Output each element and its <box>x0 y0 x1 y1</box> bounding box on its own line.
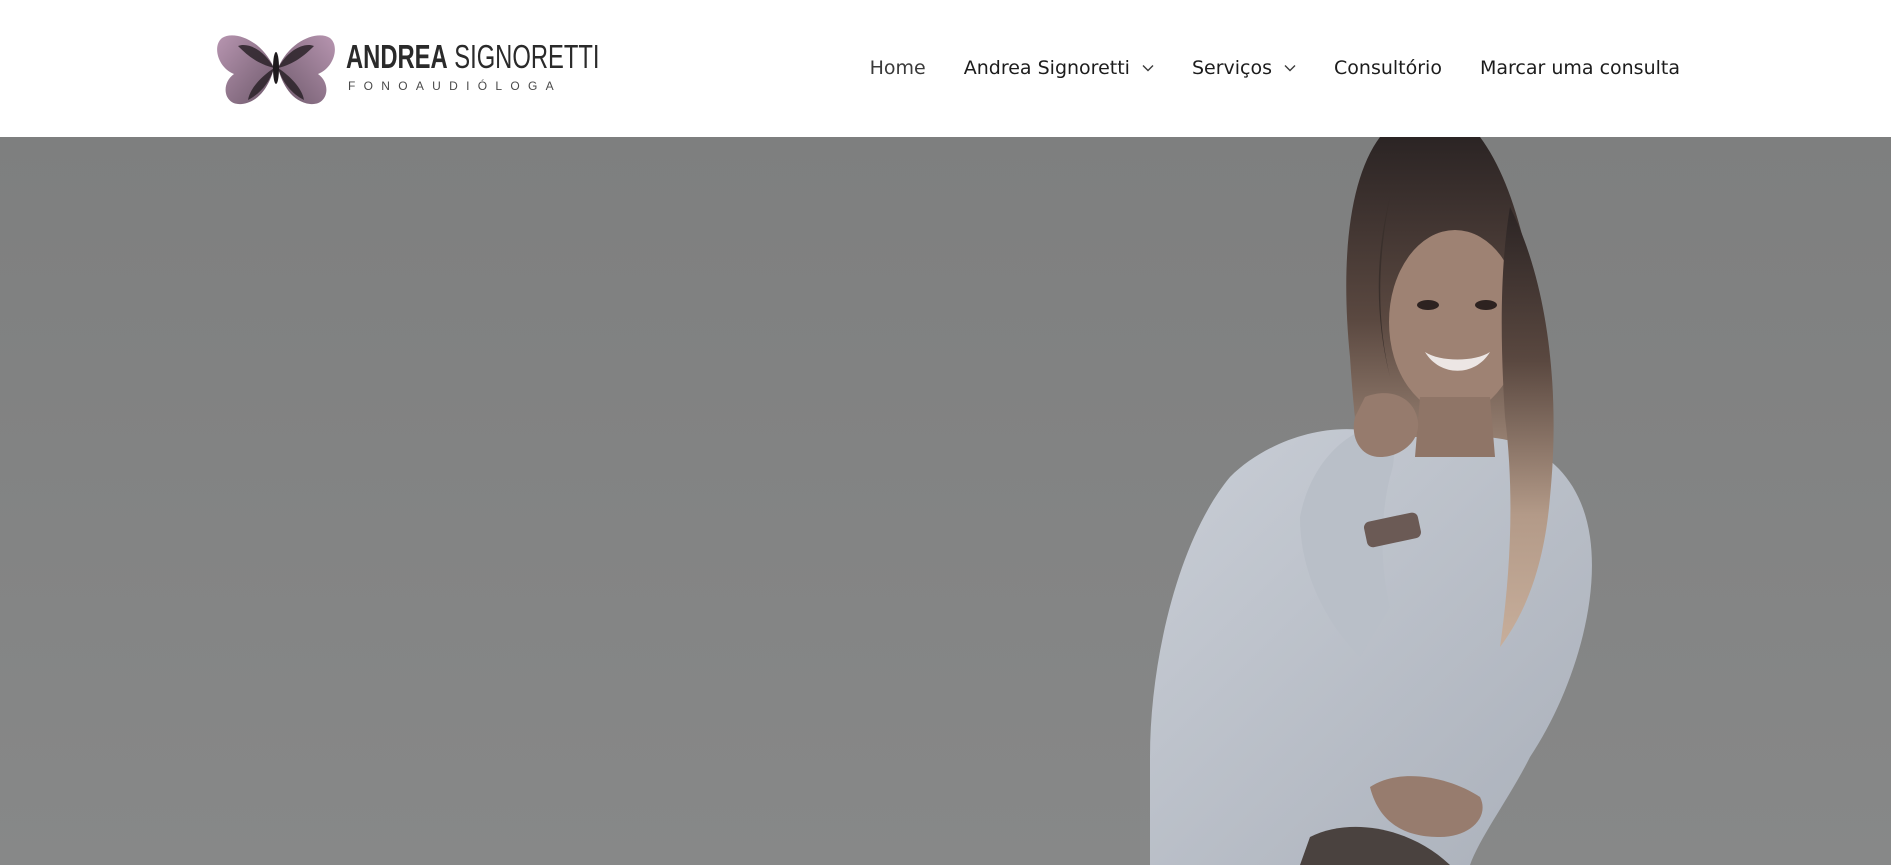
site-header: ANDREA SIGNORETTI FONOAUDIÓLOGA Home And… <box>0 0 1891 137</box>
brand-name-last: SIGNORETTI <box>454 38 600 75</box>
brand-name-first: ANDREA <box>346 38 448 75</box>
nav-item-consultorio[interactable]: Consultório <box>1334 54 1442 82</box>
nav-item-label: Marcar uma consulta <box>1479 57 1680 79</box>
nav-item-label: Serviços <box>1191 57 1273 79</box>
nav-item-label: Consultório <box>1334 57 1442 79</box>
nav-item-label: Home <box>869 57 926 79</box>
logo[interactable]: ANDREA SIGNORETTI FONOAUDIÓLOGA <box>214 30 599 108</box>
butterfly-icon <box>217 35 335 105</box>
hero-section <box>0 137 1891 865</box>
main-navigation: Home Andrea Signoretti Serviços Consultó… <box>870 54 1680 82</box>
chevron-down-icon <box>1142 65 1154 72</box>
brand-subtitle: FONOAUDIÓLOGA <box>348 79 562 93</box>
nav-item-home[interactable]: Home <box>870 54 926 82</box>
nav-item-label: Andrea Signoretti <box>963 57 1130 79</box>
nav-item-marcar-consulta[interactable]: Marcar uma consulta <box>1480 54 1680 82</box>
nav-item-servicos[interactable]: Serviços <box>1192 54 1296 82</box>
chevron-down-icon <box>1284 65 1296 72</box>
portrait-photo <box>1150 137 1592 865</box>
brand-name: ANDREA SIGNORETTI <box>346 40 599 74</box>
nav-item-andrea-signoretti[interactable]: Andrea Signoretti <box>964 54 1154 82</box>
